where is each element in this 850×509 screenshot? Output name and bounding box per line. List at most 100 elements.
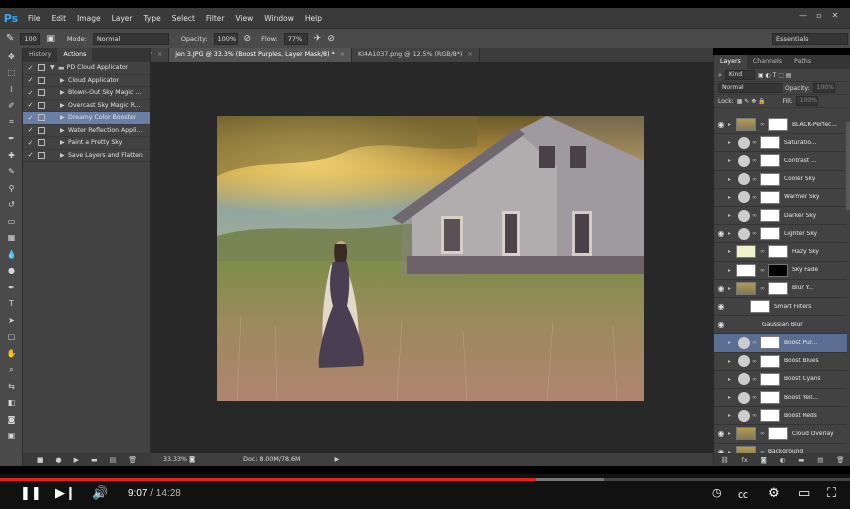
- layer-mask-thumbnail[interactable]: [760, 336, 780, 350]
- status-menu-arrow-icon[interactable]: ▶: [334, 456, 339, 463]
- menu-edit[interactable]: Edit: [52, 14, 67, 23]
- layer-row[interactable]: ◉ ▸ ∞ BLACK-Perfec...: [714, 116, 847, 135]
- trash-icon[interactable]: 🗑: [128, 456, 137, 464]
- dialog-toggle[interactable]: [38, 76, 45, 84]
- shape-tool-icon[interactable]: ▢: [0, 329, 23, 346]
- progress-bar[interactable]: [0, 478, 850, 481]
- layers-scrollbar[interactable]: [846, 122, 850, 210]
- type-tool-icon[interactable]: T: [0, 296, 23, 313]
- layer-mask-thumbnail[interactable]: [768, 281, 788, 295]
- flow-field[interactable]: 77%: [283, 32, 308, 45]
- visibility-eye-icon[interactable]: ◉: [714, 375, 728, 384]
- play-icon[interactable]: ▶: [74, 456, 79, 464]
- layer-mask-thumbnail[interactable]: [768, 118, 788, 132]
- brush-tool-icon[interactable]: ✎: [0, 164, 23, 181]
- link-mask-icon[interactable]: ∞: [760, 430, 766, 437]
- link-mask-icon[interactable]: ∞: [752, 358, 758, 365]
- next-icon[interactable]: ▶❙: [55, 486, 76, 501]
- fx-icon[interactable]: fx: [742, 456, 748, 464]
- layer-mask-thumbnail[interactable]: [760, 372, 780, 386]
- layer-opacity-field[interactable]: 100%: [812, 83, 835, 93]
- tab-layers[interactable]: Layers: [714, 55, 747, 69]
- layer-mask-thumbnail[interactable]: [760, 391, 780, 405]
- theater-mode-icon[interactable]: ▭: [798, 486, 810, 501]
- pressure-size-icon[interactable]: ⊘: [327, 34, 335, 44]
- tab-actions[interactable]: Actions: [57, 48, 93, 62]
- menu-layer[interactable]: Layer: [112, 14, 133, 23]
- layer-mask-thumbnail[interactable]: [760, 154, 780, 168]
- visibility-eye-icon[interactable]: ◉: [714, 357, 728, 366]
- new-group-icon[interactable]: ▬: [798, 456, 804, 464]
- action-item[interactable]: ✓ ▶ Water Reflection Appli...: [23, 125, 150, 137]
- link-mask-icon[interactable]: ∞: [752, 157, 758, 164]
- pen-tool-icon[interactable]: ✒: [0, 279, 23, 296]
- restore-icon[interactable]: ▫: [814, 11, 824, 21]
- delete-layer-icon[interactable]: 🗑: [836, 456, 844, 464]
- color-swatches-icon[interactable]: ◧: [0, 395, 23, 412]
- airbrush-icon[interactable]: ✈: [314, 34, 322, 44]
- layer-row[interactable]: ◉▸ ∞ Sky Fade: [714, 262, 847, 280]
- lock-icons[interactable]: ▦ ✎ ✥ 🔒: [737, 98, 766, 105]
- close-tab-icon[interactable]: ×: [157, 51, 162, 58]
- link-mask-icon[interactable]: ∞: [752, 212, 758, 219]
- layer-mask-thumbnail[interactable]: [768, 263, 788, 277]
- captions-icon[interactable]: ㏄: [738, 486, 748, 501]
- check-icon[interactable]: ✓: [26, 76, 35, 84]
- check-icon[interactable]: ✓: [26, 151, 35, 159]
- link-mask-icon[interactable]: ∞: [752, 230, 758, 237]
- layer-row[interactable]: ◉▸ ∞ Boost Cyans: [714, 371, 847, 389]
- marquee-tool-icon[interactable]: ⬚: [0, 65, 23, 82]
- history-brush-icon[interactable]: ↺: [0, 197, 23, 214]
- blend-mode-select[interactable]: Normal: [718, 83, 782, 93]
- link-mask-icon[interactable]: ∞: [752, 394, 758, 401]
- check-icon[interactable]: ✓: [26, 101, 35, 109]
- blur-tool-icon[interactable]: 💧: [0, 246, 23, 263]
- stop-icon[interactable]: ■: [37, 456, 44, 464]
- layer-row[interactable]: ◉▸ ∞ Boost Pur...: [714, 334, 847, 353]
- volume-icon[interactable]: 🔊: [92, 486, 108, 501]
- layer-row[interactable]: ◉▸ ∞ Warmer Sky: [714, 189, 847, 207]
- link-mask-icon[interactable]: ∞: [752, 139, 758, 146]
- layer-row[interactable]: ◉▸ ∞ Boost Yell...: [714, 389, 847, 408]
- link-mask-icon[interactable]: ∞: [760, 267, 766, 274]
- tab-channels[interactable]: Channels: [747, 55, 788, 69]
- layer-mask-thumbnail[interactable]: [760, 409, 780, 423]
- layer-thumbnail[interactable]: [736, 427, 756, 441]
- dialog-toggle[interactable]: [38, 126, 45, 134]
- workspace-select[interactable]: Essentials: [772, 33, 848, 45]
- chevron-right-icon[interactable]: ▶: [60, 152, 68, 159]
- check-icon[interactable]: ✓: [26, 126, 35, 134]
- dialog-toggle[interactable]: [38, 89, 45, 97]
- chevron-right-icon[interactable]: ▶: [60, 127, 68, 134]
- quick-select-icon[interactable]: ✐: [0, 98, 23, 115]
- opacity-field[interactable]: 100%: [213, 32, 238, 45]
- dodge-tool-icon[interactable]: ●: [0, 263, 23, 280]
- link-mask-icon[interactable]: ∞: [752, 412, 758, 419]
- fill-field[interactable]: 100%: [795, 96, 818, 106]
- link-mask-icon[interactable]: ∞: [752, 339, 758, 346]
- layer-row[interactable]: ◉▸ ∞ Contrast ...: [714, 152, 847, 171]
- visibility-eye-icon[interactable]: ◉: [714, 138, 728, 147]
- check-icon[interactable]: ✓: [26, 64, 35, 72]
- visibility-eye-icon[interactable]: ◉: [714, 338, 728, 347]
- quick-mask-icon[interactable]: ◙: [0, 411, 23, 428]
- link-icon[interactable]: ⛓: [720, 456, 728, 464]
- dialog-toggle[interactable]: [38, 139, 45, 147]
- layer-thumbnail[interactable]: [736, 281, 756, 295]
- chevron-down-icon[interactable]: ▼: [50, 64, 58, 71]
- layer-mask-thumbnail[interactable]: [768, 245, 788, 259]
- layer-row[interactable]: ◉ Smart Filters: [714, 298, 847, 317]
- visibility-eye-icon[interactable]: ◉: [714, 156, 728, 165]
- menu-filter[interactable]: Filter: [206, 14, 225, 23]
- layer-mask-thumbnail[interactable]: [760, 190, 780, 204]
- link-mask-icon[interactable]: ∞: [752, 376, 758, 383]
- link-mask-icon[interactable]: ∞: [760, 285, 766, 292]
- visibility-eye-icon[interactable]: ◉: [714, 175, 728, 184]
- visibility-eye-icon[interactable]: ◉: [714, 211, 728, 220]
- visibility-eye-icon[interactable]: ◉: [714, 411, 728, 420]
- action-item[interactable]: ✓ ▶ Dreamy Color Booster: [23, 112, 150, 125]
- layer-row[interactable]: ◉▸ ∞ Boost Blues: [714, 353, 847, 371]
- menu-help[interactable]: Help: [305, 14, 322, 23]
- action-item[interactable]: ✓ ▶ Save Layers and Flatten: [23, 150, 150, 162]
- crop-tool-icon[interactable]: ⌗: [0, 114, 23, 131]
